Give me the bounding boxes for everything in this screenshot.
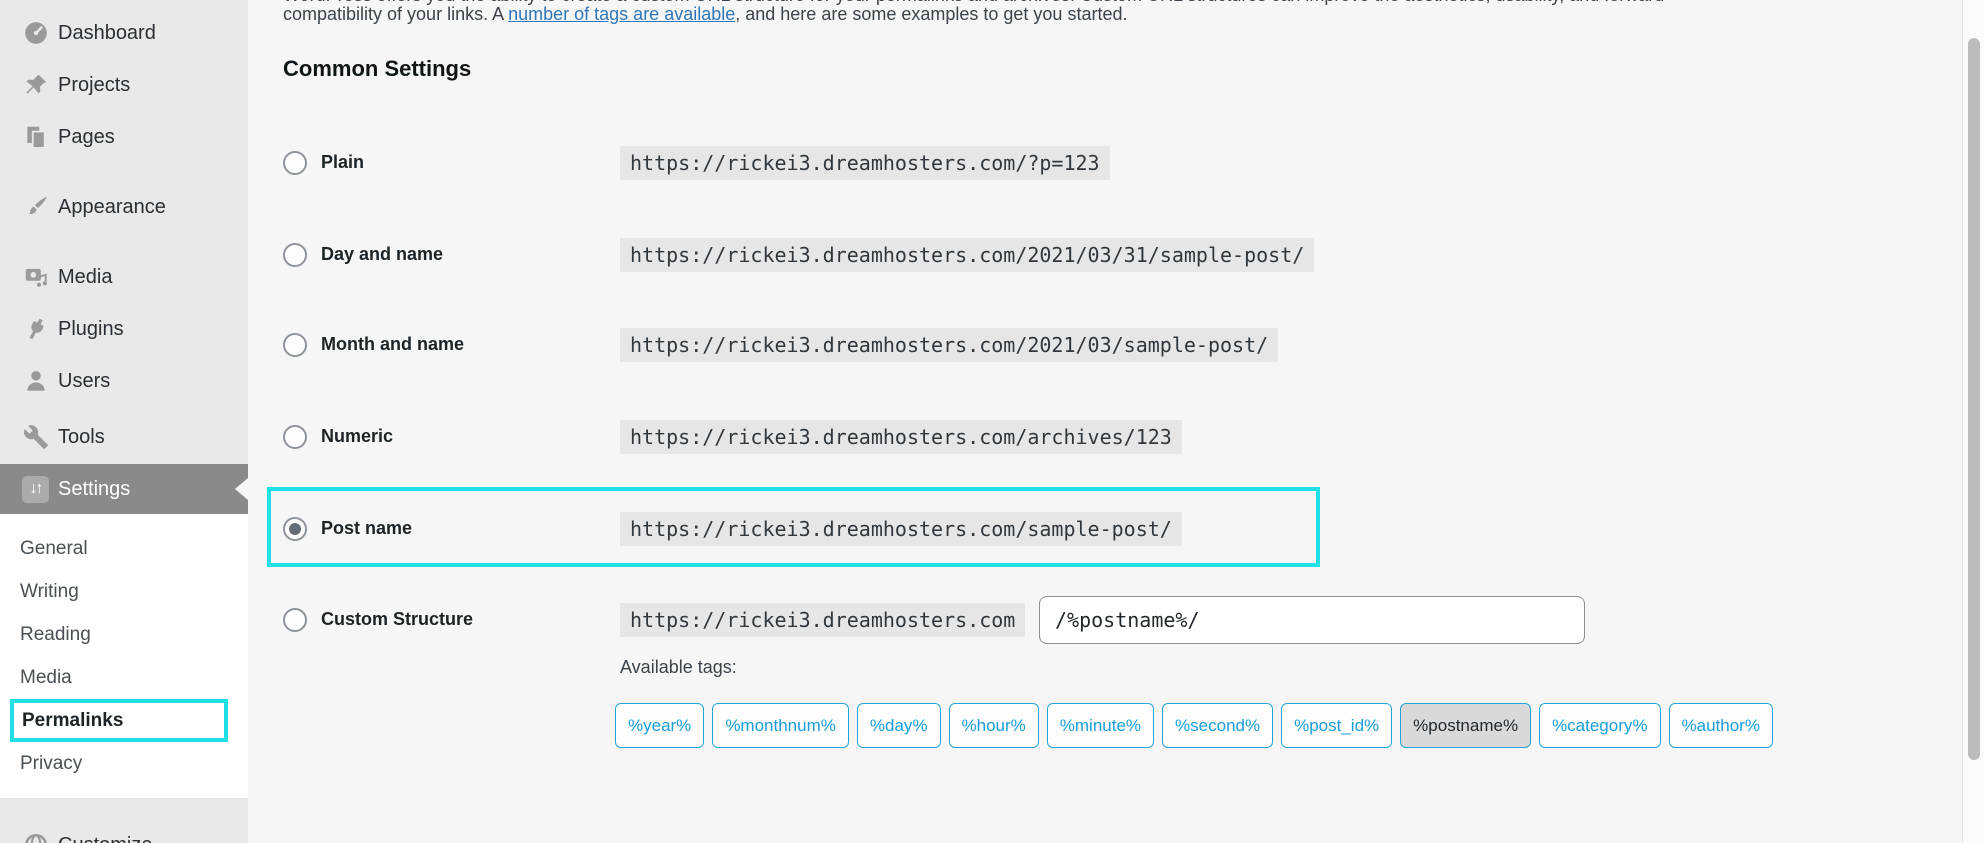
- sidebar-bottom: Customize: [0, 819, 248, 843]
- sidebar-item-label: Users: [58, 370, 110, 393]
- active-item-arrow: [235, 478, 248, 500]
- sidebar-item-dashboard[interactable]: Dashboard: [0, 7, 248, 59]
- submenu-item-privacy[interactable]: Privacy: [0, 742, 248, 785]
- custom-structure-base-url: https://rickei3.dreamhosters.com: [620, 603, 1025, 637]
- sidebar-item-media[interactable]: Media: [0, 251, 248, 303]
- tag-button-year[interactable]: %year%: [615, 703, 704, 748]
- radio-numeric[interactable]: [283, 425, 307, 449]
- example-url-month-and-name: https://rickei3.dreamhosters.com/2021/03…: [620, 328, 1278, 362]
- media-icon: [22, 264, 49, 291]
- tag-button-author[interactable]: %author%: [1669, 703, 1773, 748]
- common-settings-heading: Common Settings: [283, 56, 471, 82]
- wrench-icon: [22, 424, 49, 451]
- submenu-item-media[interactable]: Media: [0, 656, 248, 699]
- example-url-day-and-name: https://rickei3.dreamhosters.com/2021/03…: [620, 238, 1314, 272]
- intro-text-post: , and here are some examples to get you …: [735, 4, 1127, 24]
- available-tags-list: %year% %monthnum% %day% %hour% %minute% …: [615, 703, 1825, 748]
- submenu-item-general[interactable]: General: [0, 527, 248, 570]
- admin-sidebar: Dashboard Projects Pages Appearance: [0, 0, 248, 843]
- option-label-plain[interactable]: Plain: [321, 152, 364, 173]
- dashboard-icon: [22, 20, 49, 47]
- tag-button-postname-selected[interactable]: %postname%: [1400, 703, 1531, 748]
- example-url-plain: https://rickei3.dreamhosters.com/?p=123: [620, 146, 1110, 180]
- option-label-post-name[interactable]: Post name: [321, 518, 412, 539]
- submenu-item-reading[interactable]: Reading: [0, 613, 248, 656]
- sidebar-item-label: Plugins: [58, 318, 124, 341]
- tag-button-monthnum[interactable]: %monthnum%: [712, 703, 849, 748]
- plug-icon: [22, 316, 49, 343]
- sidebar-item-settings-active[interactable]: ↓↑ Settings: [0, 464, 248, 514]
- option-label-custom-structure[interactable]: Custom Structure: [321, 609, 473, 630]
- option-label-month-and-name[interactable]: Month and name: [321, 334, 464, 355]
- tag-button-minute[interactable]: %minute%: [1047, 703, 1154, 748]
- tag-button-hour[interactable]: %hour%: [949, 703, 1039, 748]
- radio-post-name-selected[interactable]: [283, 517, 307, 541]
- available-tags-label: Available tags:: [620, 657, 737, 678]
- custom-structure-input[interactable]: [1039, 596, 1585, 644]
- tag-button-second[interactable]: %second%: [1162, 703, 1273, 748]
- sidebar-item-label: Customize: [58, 834, 152, 843]
- submenu-item-writing[interactable]: Writing: [0, 570, 248, 613]
- submenu-item-permalinks-current[interactable]: Permalinks: [10, 699, 228, 742]
- example-url-numeric: https://rickei3.dreamhosters.com/archive…: [620, 420, 1182, 454]
- admin-menu: Dashboard Projects Pages Appearance: [0, 0, 248, 843]
- sidebar-item-customize[interactable]: Customize: [0, 819, 248, 843]
- tags-available-link[interactable]: number of tags are available: [508, 4, 735, 24]
- sidebar-item-label: Settings: [58, 478, 130, 501]
- sidebar-item-label: Pages: [58, 126, 115, 149]
- option-label-day-and-name[interactable]: Day and name: [321, 244, 443, 265]
- example-url-post-name: https://rickei3.dreamhosters.com/sample-…: [620, 512, 1182, 546]
- sidebar-item-plugins[interactable]: Plugins: [0, 303, 248, 355]
- sliders-icon: ↓↑: [22, 476, 49, 503]
- intro-text-pre: compatibility of your links. A: [283, 4, 508, 24]
- sidebar-item-appearance[interactable]: Appearance: [0, 181, 248, 233]
- pages-icon: [22, 124, 49, 151]
- tag-button-category[interactable]: %category%: [1539, 703, 1660, 748]
- sidebar-item-tools[interactable]: Tools: [0, 411, 248, 463]
- page-scrollbar-thumb[interactable]: [1968, 38, 1980, 760]
- sidebar-item-projects[interactable]: Projects: [0, 59, 248, 111]
- tag-button-post-id[interactable]: %post_id%: [1281, 703, 1392, 748]
- intro-paragraph: compatibility of your links. A number of…: [283, 4, 1127, 25]
- permalink-settings-page: Dashboard Projects Pages Appearance: [0, 0, 1984, 843]
- permalinks-content: WordPress offers you the ability to crea…: [248, 0, 1962, 843]
- sidebar-item-label: Projects: [58, 74, 130, 97]
- sidebar-item-label: Dashboard: [58, 22, 156, 45]
- settings-submenu: General Writing Reading Media Permalinks…: [0, 514, 248, 798]
- brush-icon: [22, 194, 49, 221]
- pushpin-icon: [22, 72, 49, 99]
- page-scrollbar-track: [1962, 0, 1984, 843]
- globe-icon: [22, 832, 49, 843]
- sidebar-item-label: Appearance: [58, 196, 166, 219]
- option-label-numeric[interactable]: Numeric: [321, 426, 393, 447]
- sidebar-item-pages[interactable]: Pages: [0, 111, 248, 163]
- radio-custom-structure[interactable]: [283, 608, 307, 632]
- sidebar-item-label: Media: [58, 266, 112, 289]
- radio-month-and-name[interactable]: [283, 333, 307, 357]
- user-icon: [22, 368, 49, 395]
- radio-day-and-name[interactable]: [283, 243, 307, 267]
- tag-button-day[interactable]: %day%: [857, 703, 941, 748]
- sidebar-item-label: Tools: [58, 426, 105, 449]
- radio-plain[interactable]: [283, 151, 307, 175]
- sidebar-item-users[interactable]: Users: [0, 355, 248, 407]
